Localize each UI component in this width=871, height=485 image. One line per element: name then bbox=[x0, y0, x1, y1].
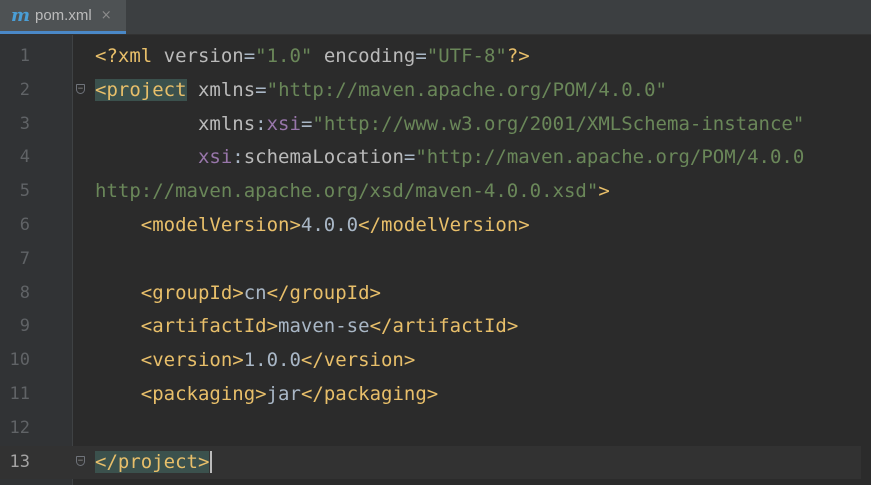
fold-open-icon[interactable]: − bbox=[76, 83, 85, 94]
line-text: <version>1.0.0</version> bbox=[140, 349, 416, 372]
line-number: 7 bbox=[19, 248, 30, 269]
code-line[interactable]: 6 <modelVersion>4.0.0</modelVersion> bbox=[0, 209, 871, 243]
line-number: 8 bbox=[19, 282, 30, 303]
line-number: 6 bbox=[19, 214, 30, 235]
line-number: 4 bbox=[19, 147, 30, 168]
line-number: 1 bbox=[19, 46, 30, 66]
code-line[interactable]: 4 xsi:schemaLocation="http://maven.apach… bbox=[0, 141, 871, 175]
line-text: <?xml version="1.0" encoding="UTF-8"?> bbox=[95, 45, 530, 67]
close-icon[interactable]: × bbox=[101, 8, 112, 23]
line-text: xsi:schemaLocation="http://maven.apache.… bbox=[197, 146, 805, 169]
line-text: </project> bbox=[95, 446, 213, 480]
maven-icon: m bbox=[11, 4, 31, 26]
code-line[interactable]: 5 http://maven.apache.org/xsd/maven-4.0.… bbox=[0, 175, 871, 209]
code-lines[interactable]: 1 <?xml version="1.0" encoding="UTF-8"?>… bbox=[0, 40, 871, 480]
editor-tab-bar: m pom.xml × bbox=[0, 0, 871, 35]
code-line[interactable]: 10 <version>1.0.0</version> bbox=[0, 344, 871, 378]
line-number: 11 bbox=[9, 383, 30, 404]
code-line[interactable]: 8 <groupId>cn</groupId> bbox=[0, 277, 871, 311]
code-line[interactable]: 2 − <project xmlns="http://maven.apache.… bbox=[0, 74, 871, 108]
code-editor[interactable]: m pom.xml × 1 <?xml version="1.0" encodi… bbox=[0, 0, 871, 485]
vertical-scrollbar[interactable] bbox=[861, 35, 871, 485]
line-number: 2 bbox=[19, 79, 30, 100]
line-number: 10 bbox=[9, 350, 30, 371]
code-line[interactable]: 7 bbox=[0, 243, 871, 277]
line-number: 13 bbox=[9, 451, 30, 472]
line-text: xmlns:xsi="http://www.w3.org/2001/XMLSch… bbox=[197, 112, 805, 135]
line-number: 9 bbox=[19, 316, 30, 337]
tab-pom-xml[interactable]: m pom.xml × bbox=[0, 0, 126, 34]
line-number: 3 bbox=[19, 113, 30, 134]
line-number: 12 bbox=[9, 417, 30, 438]
line-text: <groupId>cn</groupId> bbox=[140, 281, 381, 304]
line-text: <project xmlns="http://maven.apache.org/… bbox=[95, 78, 667, 101]
code-line[interactable]: 11 <packaging>jar</packaging> bbox=[0, 378, 871, 412]
line-text: <packaging>jar</packaging> bbox=[140, 382, 439, 405]
line-number: 5 bbox=[19, 181, 30, 202]
fold-close-icon[interactable]: − bbox=[76, 455, 85, 466]
code-line[interactable]: 12 bbox=[0, 412, 871, 446]
text-caret bbox=[210, 451, 213, 474]
line-text: <artifactId>maven-se</artifactId> bbox=[140, 315, 519, 338]
line-text: <modelVersion>4.0.0</modelVersion> bbox=[140, 213, 530, 236]
line-text: http://maven.apache.org/xsd/maven-4.0.0.… bbox=[95, 180, 610, 203]
code-line[interactable]: 1 <?xml version="1.0" encoding="UTF-8"?> bbox=[0, 40, 871, 74]
code-line[interactable]: 3 xmlns:xsi="http://www.w3.org/2001/XMLS… bbox=[0, 108, 871, 142]
tab-title: pom.xml bbox=[35, 7, 92, 24]
code-line-current[interactable]: 13 − </project> bbox=[0, 445, 871, 480]
code-line[interactable]: 9 <artifactId>maven-se</artifactId> bbox=[0, 310, 871, 344]
